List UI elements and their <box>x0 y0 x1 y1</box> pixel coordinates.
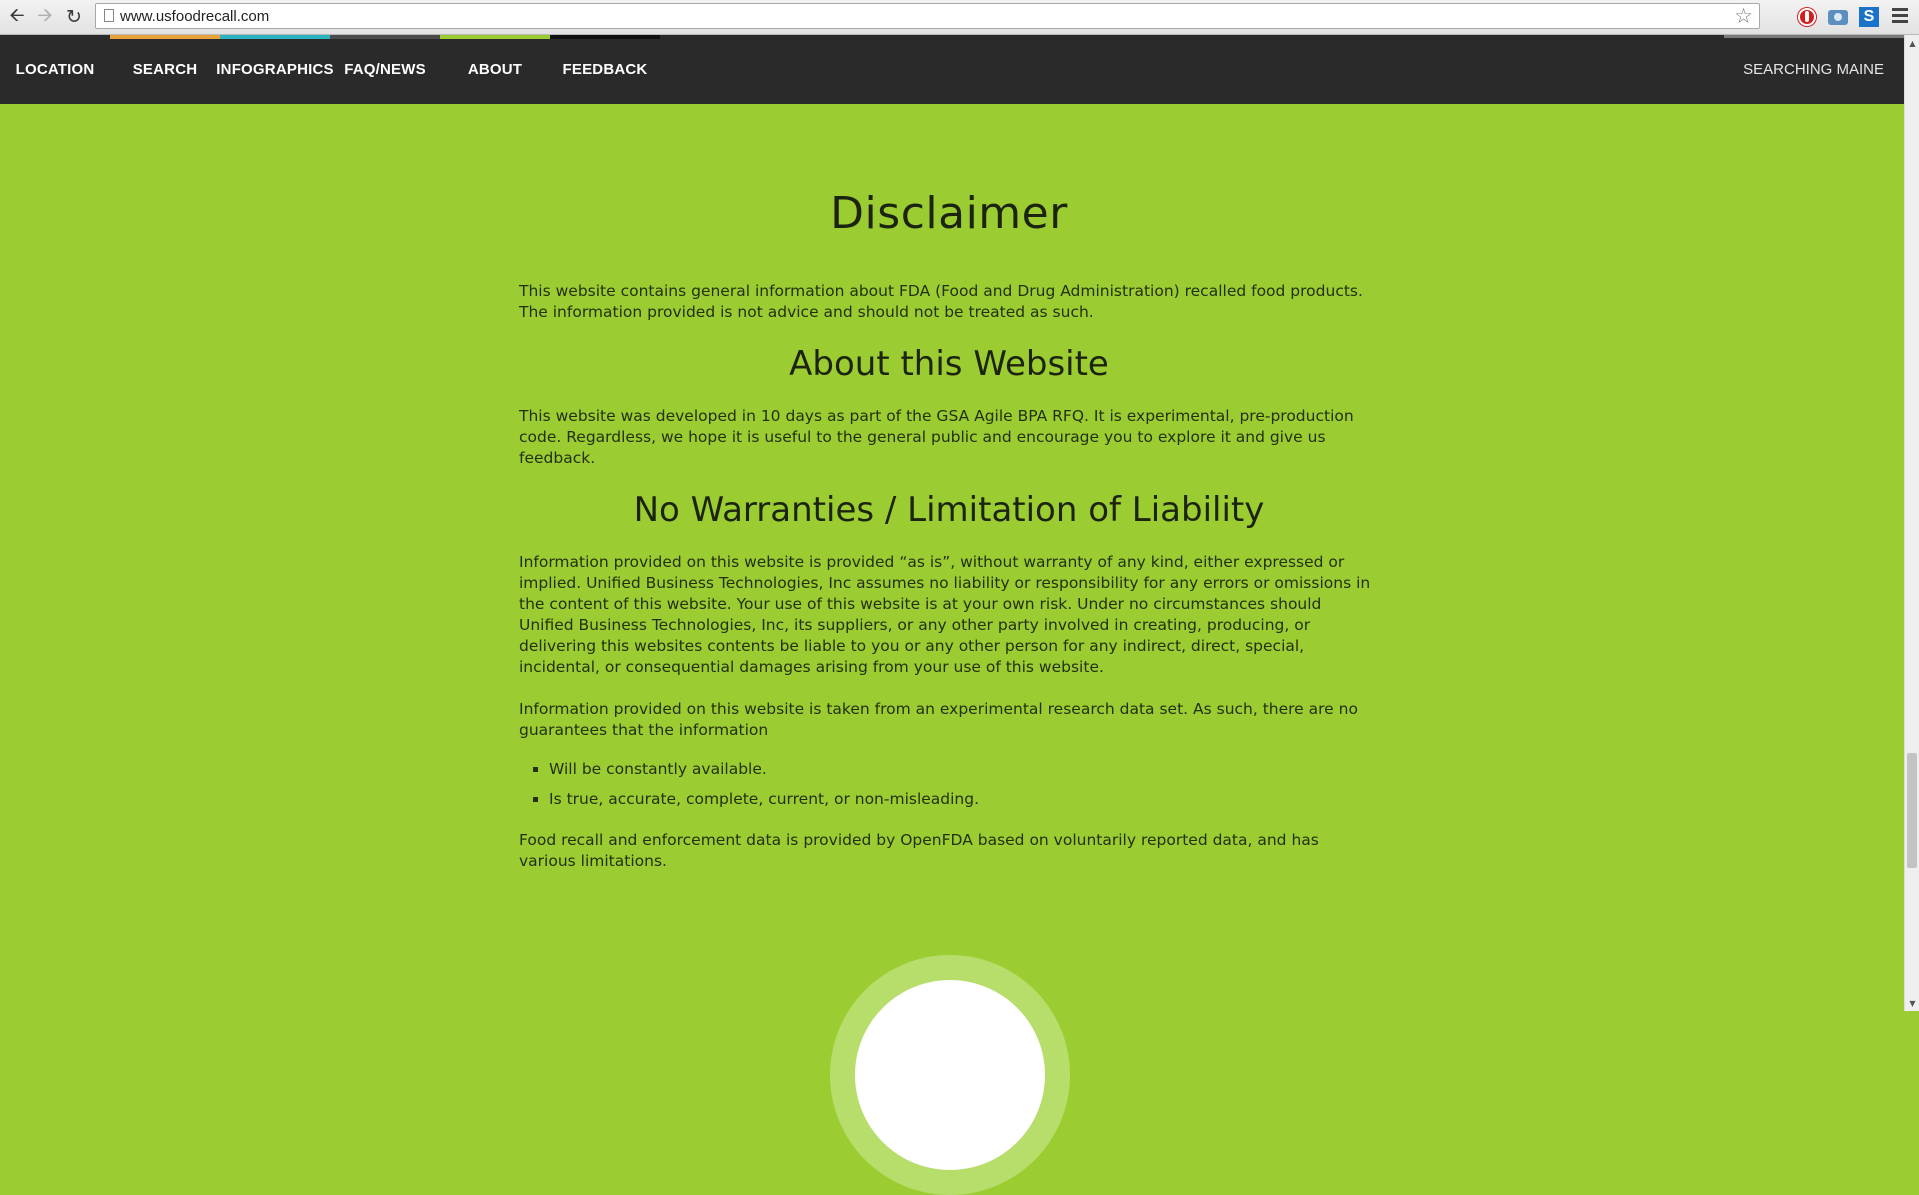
decorative-circle <box>830 955 1070 1195</box>
list-item: Will be constantly available. <box>549 759 1379 780</box>
about-heading: About this Website <box>789 344 1109 384</box>
s-extension-icon[interactable]: S <box>1858 6 1880 28</box>
openfda-text: Food recall and enforcement data is prov… <box>519 831 1319 870</box>
about-text: This website was developed in 10 days as… <box>519 407 1354 467</box>
nav-item-label: LOCATION <box>15 61 95 78</box>
star-icon[interactable]: ☆ <box>1734 4 1753 28</box>
nav-item-label: ABOUT <box>467 61 523 78</box>
guarantee-list: Will be constantly available. Is true, a… <box>519 759 1379 810</box>
decorative-circle-inner <box>855 980 1045 1170</box>
disclaimer-text: This website contains general informatio… <box>519 282 1363 321</box>
back-arrow-icon[interactable]: 🡨 <box>4 4 30 30</box>
nav-item-feedback[interactable]: FEEDBACK <box>550 35 660 104</box>
data-set-text: Information provided on this website is … <box>519 700 1358 739</box>
nav-item-label: INFOGRAPHICS <box>216 61 334 78</box>
warranty-text: Information provided on this website is … <box>519 553 1371 676</box>
nav-accent <box>550 35 660 39</box>
nav-item-label: FAQ/NEWS <box>344 61 426 78</box>
site-navigation: LOCATION SEARCH INFOGRAPHICS FAQ/NEWS AB… <box>0 35 1904 104</box>
forward-arrow-icon[interactable]: 🡪 <box>32 4 58 30</box>
nav-item-about[interactable]: ABOUT <box>440 35 550 104</box>
nav-accent <box>440 35 550 39</box>
reload-icon[interactable]: ↻ <box>61 4 87 30</box>
scroll-up-arrow-icon[interactable]: ▲ <box>1905 35 1919 51</box>
disclaimer-heading: Disclaimer <box>830 188 1068 239</box>
nav-item-location[interactable]: LOCATION <box>0 35 110 104</box>
warranty-heading: No Warranties / Limitation of Liability <box>633 490 1265 530</box>
nav-item-infographics[interactable]: INFOGRAPHICS <box>216 35 334 104</box>
scroll-thumb[interactable] <box>1907 753 1917 868</box>
nav-accent <box>330 35 440 39</box>
main-content: Disclaimer This website contains general… <box>519 160 1379 893</box>
page-icon <box>104 9 114 22</box>
stop-extension-icon[interactable] <box>1796 6 1818 28</box>
nav-item-label: SEARCH <box>132 61 198 78</box>
nav-accent <box>110 35 220 39</box>
nav-item-faq-news[interactable]: FAQ/NEWS <box>330 35 440 104</box>
search-location-status[interactable]: SEARCHING MAINE <box>1743 35 1884 104</box>
list-item: Is true, accurate, complete, current, or… <box>549 789 1379 810</box>
nav-item-label: FEEDBACK <box>562 61 648 78</box>
vertical-scrollbar[interactable]: ▲ ▼ <box>1904 35 1919 1011</box>
browser-toolbar: 🡨 🡪 ↻ www.usfoodrecall.com ☆ S <box>0 0 1919 35</box>
menu-icon[interactable] <box>1892 8 1908 24</box>
camera-extension-icon[interactable] <box>1827 6 1849 28</box>
nav-accent <box>220 35 330 39</box>
scroll-down-arrow-icon[interactable]: ▼ <box>1905 995 1919 1011</box>
nav-item-search[interactable]: SEARCH <box>110 35 220 104</box>
url-text[interactable]: www.usfoodrecall.com <box>120 8 269 25</box>
address-bar[interactable]: www.usfoodrecall.com ☆ <box>95 3 1760 29</box>
